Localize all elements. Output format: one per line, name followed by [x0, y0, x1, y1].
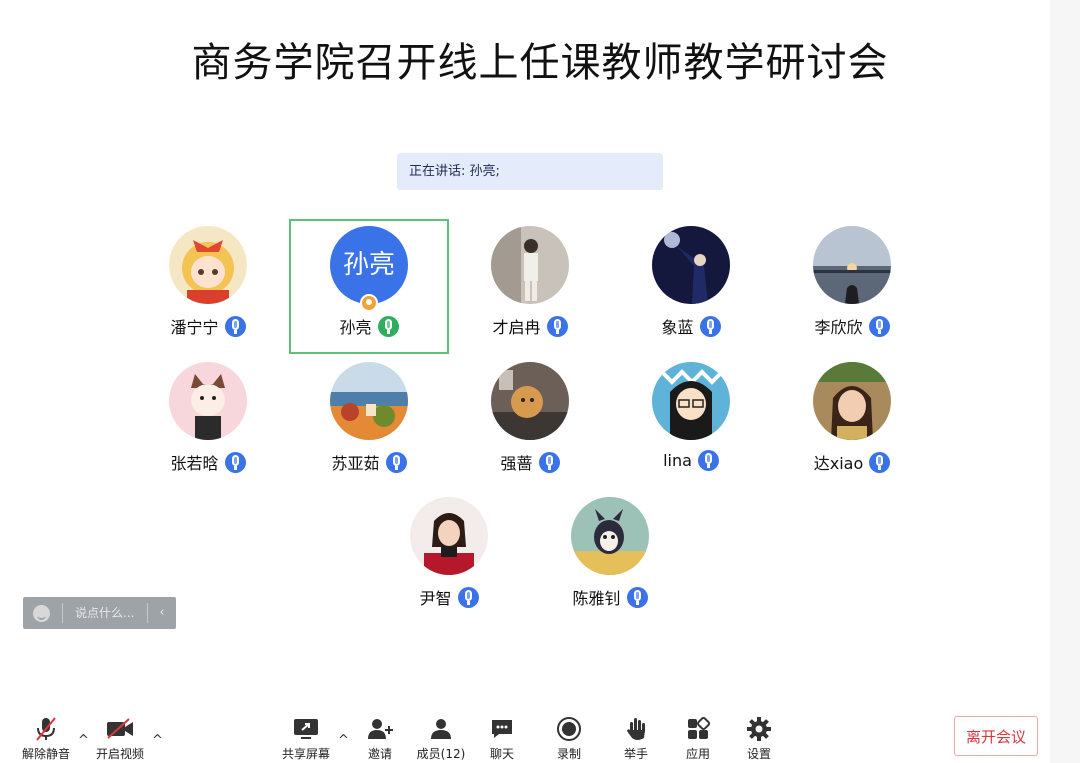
night-photo-avatar — [652, 226, 730, 304]
audio-options-chevron-icon[interactable]: ^ — [78, 733, 89, 748]
window-edge — [1050, 0, 1080, 763]
microphone-icon[interactable] — [224, 451, 246, 473]
microphone-icon[interactable] — [224, 315, 246, 337]
members-button[interactable]: 成员(12) — [411, 716, 471, 762]
microphone-icon[interactable] — [626, 586, 648, 608]
members-label: 成员(12) — [416, 747, 466, 761]
text-avatar: 孙亮 — [330, 226, 408, 312]
microphone-icon[interactable] — [546, 315, 568, 337]
invite-button[interactable]: 邀请 — [350, 716, 410, 762]
raise-hand-label: 举手 — [623, 747, 648, 761]
unmute-label: 解除静音 — [21, 747, 70, 761]
participant-name: lina — [663, 451, 692, 470]
participant-name: 才启冉 — [492, 318, 541, 337]
video-off-icon — [90, 716, 150, 742]
chat-input-bar[interactable]: 说点什么... ‹ — [23, 597, 176, 629]
invite-label: 邀请 — [367, 747, 392, 761]
apps-label: 应用 — [685, 747, 710, 761]
collapse-chevron-icon[interactable]: ‹ — [147, 603, 176, 623]
plush-toy-photo-avatar — [491, 362, 569, 440]
host-icon — [360, 294, 378, 312]
participant-name: 尹智 — [419, 589, 452, 608]
record-icon — [539, 716, 599, 742]
participant-name: 达xiao — [813, 454, 864, 473]
portrait-photo-avatar — [813, 362, 891, 440]
gear-icon — [729, 716, 789, 742]
members-icon — [411, 716, 471, 742]
apps-grid-icon — [668, 716, 728, 742]
microphone-icon[interactable] — [869, 451, 891, 473]
avatar-initials: 孙亮 — [342, 250, 395, 280]
settings-button[interactable]: 设置 — [729, 716, 789, 762]
chat-bubble-icon — [472, 716, 532, 742]
cartoon-girl-avatar — [169, 226, 247, 304]
participant-tile[interactable]: 尹智 — [389, 497, 509, 609]
record-label: 录制 — [556, 747, 581, 761]
speaking-indicator: 正在讲话: 孙亮; — [397, 153, 663, 190]
leave-meeting-button[interactable]: 离开会议 — [954, 716, 1038, 756]
participant-name: 象蓝 — [661, 318, 694, 337]
hand-icon — [606, 716, 666, 742]
apps-button[interactable]: 应用 — [668, 716, 728, 762]
meeting-window: 商务学院召开线上任课教师教学研讨会 正在讲话: 孙亮; 潘宁宁 孙亮 孙亮 才启… — [0, 0, 1080, 763]
microphone-icon[interactable] — [868, 315, 890, 337]
emoji-icon[interactable] — [33, 604, 50, 622]
participant-tile[interactable]: 才启冉 — [470, 226, 590, 338]
participant-name: 潘宁宁 — [170, 318, 219, 337]
microphone-icon[interactable] — [538, 451, 560, 473]
cat-drawing-avatar — [169, 362, 247, 440]
microphone-icon[interactable] — [385, 451, 407, 473]
video-options-chevron-icon[interactable]: ^ — [152, 733, 163, 748]
participant-tile[interactable]: 潘宁宁 — [148, 226, 268, 338]
microphone-icon[interactable] — [697, 450, 719, 471]
participant-name: 张若晗 — [170, 454, 219, 473]
participant-tile[interactable]: 孙亮 孙亮 — [309, 226, 429, 338]
share-screen-button[interactable]: 共享屏幕 — [276, 716, 336, 762]
muted-microphone-icon — [16, 716, 76, 742]
meeting-title: 商务学院召开线上任课教师教学研讨会 — [191, 40, 889, 86]
unmute-button[interactable]: 解除静音 — [16, 716, 76, 762]
share-screen-label: 共享屏幕 — [281, 747, 330, 761]
microphone-icon[interactable] — [457, 586, 479, 608]
chat-label: 聊天 — [489, 747, 514, 761]
cartoon-glasses-avatar — [652, 362, 730, 440]
landscape-painting-avatar — [330, 362, 408, 440]
person-photo-avatar — [491, 226, 569, 304]
participant-name: 苏亚茹 — [331, 454, 380, 473]
raise-hand-button[interactable]: 举手 — [606, 716, 666, 762]
participant-name: 李欣欣 — [814, 318, 863, 337]
microphone-active-icon[interactable] — [377, 315, 399, 337]
settings-label: 设置 — [746, 747, 771, 761]
participant-tile[interactable]: 李欣欣 — [792, 226, 912, 338]
participant-name: 孙亮 — [339, 318, 372, 337]
add-user-icon — [350, 716, 410, 742]
start-video-label: 开启视频 — [95, 747, 144, 761]
microphone-icon[interactable] — [699, 315, 721, 337]
participant-tile[interactable]: 强蔷 — [470, 362, 590, 474]
participant-tile[interactable]: 达xiao — [792, 362, 912, 474]
participant-tile[interactable]: lina — [631, 362, 751, 471]
woman-portrait-avatar — [410, 497, 488, 575]
start-video-button[interactable]: 开启视频 — [90, 716, 150, 762]
participant-name: 陈雅钊 — [572, 589, 621, 608]
chat-input-placeholder[interactable]: 说点什么... — [62, 603, 147, 623]
sunset-photo-avatar — [813, 226, 891, 304]
share-screen-icon — [276, 716, 336, 742]
cartoon-character-avatar — [571, 497, 649, 575]
participant-tile[interactable]: 张若晗 — [148, 362, 268, 474]
record-button[interactable]: 录制 — [539, 716, 599, 762]
participant-tile[interactable]: 陈雅钊 — [550, 497, 670, 609]
participant-tile[interactable]: 苏亚茹 — [309, 362, 429, 474]
chat-button[interactable]: 聊天 — [472, 716, 532, 762]
participant-name: 强蔷 — [500, 454, 533, 473]
share-options-chevron-icon[interactable]: ^ — [338, 733, 349, 748]
participant-tile[interactable]: 象蓝 — [631, 226, 751, 338]
